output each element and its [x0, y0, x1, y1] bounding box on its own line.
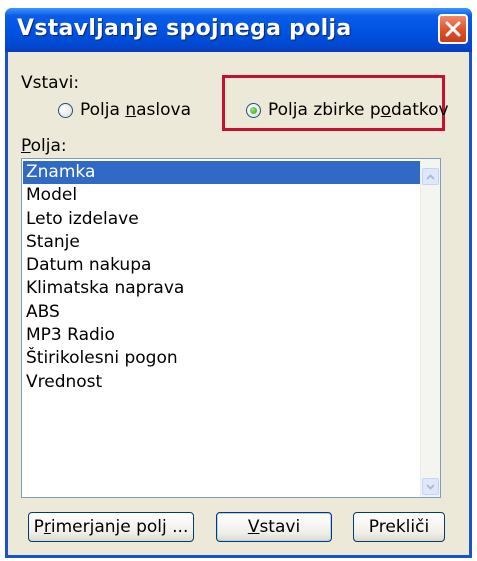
fields-label: Polja:	[21, 136, 67, 156]
radio-database-fields-label: Polja zbirke podatkov	[268, 100, 449, 120]
chevron-down-icon	[426, 483, 435, 490]
radio-circle[interactable]	[58, 102, 73, 118]
dialog-title: Vstavljanje spojnega polja	[17, 16, 352, 41]
fields-listbox[interactable]: Znamka Model Leto izdelave Stanje Datum …	[21, 158, 441, 498]
list-item[interactable]: Leto izdelave	[23, 208, 421, 231]
list-item[interactable]: Stanje	[23, 231, 421, 254]
radio-header-fields-label: Polja naslova	[80, 100, 191, 120]
list-item[interactable]: MP3 Radio	[23, 324, 421, 347]
radio-selected-dot	[250, 106, 257, 114]
list-item[interactable]: ABS	[23, 301, 421, 324]
radio-circle[interactable]	[246, 102, 261, 118]
cancel-button[interactable]: Prekliči	[353, 512, 445, 542]
match-fields-button[interactable]: Pr imerjanje polj ...	[28, 512, 194, 542]
list-item[interactable]: Znamka	[23, 161, 421, 185]
title-bar[interactable]: Vstavljanje spojnega polja	[5, 8, 472, 52]
insert-button[interactable]: Vstavi	[216, 512, 332, 542]
list-item[interactable]: Klimatska naprava	[23, 277, 421, 300]
vertical-scrollbar[interactable]	[420, 159, 440, 497]
close-button[interactable]	[438, 14, 468, 44]
close-icon	[445, 21, 461, 37]
insert-label: Vstavi:	[21, 73, 80, 93]
list-item[interactable]: Vrednost	[23, 371, 421, 394]
list-item[interactable]: Datum nakupa	[23, 254, 421, 277]
radio-database-fields[interactable]: Polja zbirke podatkov	[246, 100, 449, 120]
scroll-up-button[interactable]	[422, 168, 439, 185]
list-item[interactable]: Model	[23, 184, 421, 207]
list-item[interactable]: Štirikolesni pogon	[23, 347, 421, 370]
chevron-up-icon	[426, 173, 435, 180]
fields-list: Znamka Model Leto izdelave Stanje Datum …	[23, 161, 421, 394]
scroll-down-button[interactable]	[422, 478, 439, 495]
radio-header-fields[interactable]: Polja naslova	[58, 100, 191, 120]
